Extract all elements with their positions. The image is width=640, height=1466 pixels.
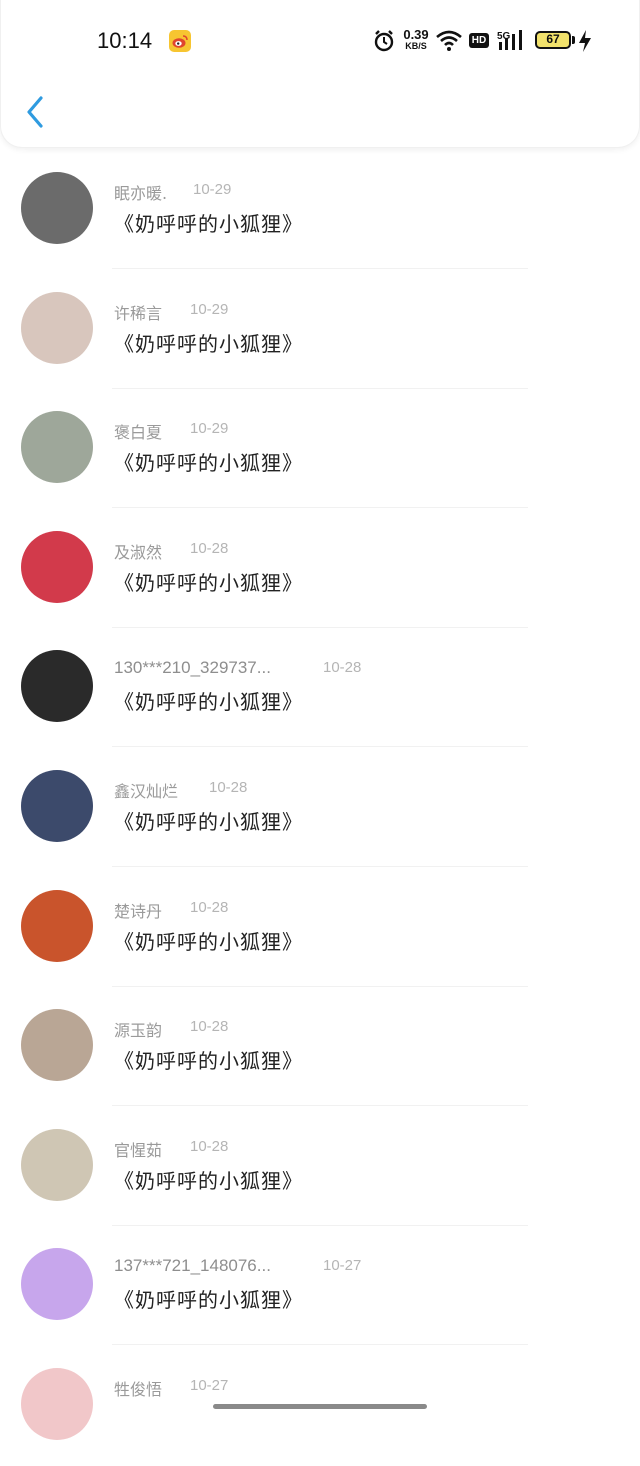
list-item[interactable]: 130***210_329737... 10-28 《奶呼呼的小狐狸》 xyxy=(0,628,640,748)
avatar[interactable] xyxy=(21,1367,93,1440)
commenter-name[interactable]: 官惺茹 xyxy=(114,1137,162,1161)
book-title[interactable]: 《奶呼呼的小狐狸》 xyxy=(114,447,303,476)
list-item[interactable]: 及淑然 10-28 《奶呼呼的小狐狸》 xyxy=(0,509,640,629)
comment-date: 10-28 xyxy=(323,659,362,677)
battery-tip xyxy=(572,36,575,44)
list-item[interactable]: 眠亦暖. 10-29 《奶呼呼的小狐狸》 xyxy=(0,150,640,270)
status-bar: 10:14 0.39 KB/S HD 5G 67 xyxy=(1,0,640,82)
comment-date: 10-28 xyxy=(190,1137,229,1155)
commenter-name[interactable]: 及淑然 xyxy=(114,539,162,563)
book-title[interactable]: 《奶呼呼的小狐狸》 xyxy=(114,1165,303,1194)
comment-date: 10-28 xyxy=(190,539,229,557)
list-item[interactable]: 137***721_148076... 10-27 《奶呼呼的小狐狸》 xyxy=(0,1226,640,1346)
comment-date: 10-28 xyxy=(190,898,229,916)
network-speed: 0.39 KB/S xyxy=(403,27,429,51)
list-item[interactable]: 楚诗丹 10-28 《奶呼呼的小狐狸》 xyxy=(0,868,640,988)
book-title[interactable]: 《奶呼呼的小狐狸》 xyxy=(114,1284,303,1313)
chevron-left-icon xyxy=(27,96,43,128)
comment-date: 10-27 xyxy=(323,1257,362,1275)
book-title[interactable]: 《奶呼呼的小狐狸》 xyxy=(114,686,303,715)
avatar[interactable] xyxy=(21,411,93,484)
comment-date: 10-27 xyxy=(190,1376,229,1394)
battery-icon: 67 xyxy=(535,31,571,49)
alarm-icon xyxy=(373,28,395,54)
hd-icon: HD xyxy=(469,33,489,48)
commenter-name[interactable]: 褒白夏 xyxy=(114,419,162,443)
back-button[interactable] xyxy=(21,92,53,132)
avatar[interactable] xyxy=(21,1248,93,1321)
list-item[interactable]: 源玉韵 10-28 《奶呼呼的小狐狸》 xyxy=(0,987,640,1107)
commenter-name[interactable]: 137***721_148076... xyxy=(114,1256,271,1276)
avatar[interactable] xyxy=(21,1128,93,1201)
avatar[interactable] xyxy=(21,650,93,723)
book-title[interactable]: 《奶呼呼的小狐狸》 xyxy=(114,567,303,596)
book-title[interactable]: 《奶呼呼的小狐狸》 xyxy=(114,208,303,237)
comment-date: 10-29 xyxy=(193,181,232,198)
avatar[interactable] xyxy=(21,769,93,842)
commenter-name[interactable]: 鑫汉灿烂 xyxy=(114,778,178,802)
charging-bolt-icon xyxy=(577,28,593,54)
status-time: 10:14 xyxy=(97,28,153,53)
book-title[interactable]: 《奶呼呼的小狐狸》 xyxy=(114,806,303,835)
home-indicator[interactable] xyxy=(213,1404,427,1409)
commenter-name[interactable]: 牲俊悟 xyxy=(114,1376,162,1400)
signal-5g-icon: 5G xyxy=(497,28,527,54)
avatar[interactable] xyxy=(21,291,93,364)
avatar[interactable] xyxy=(21,172,93,244)
commenter-name[interactable]: 130***210_329737... xyxy=(114,658,271,678)
weibo-notification-icon xyxy=(169,30,191,52)
comment-date: 10-29 xyxy=(190,420,229,438)
commenter-name[interactable]: 源玉韵 xyxy=(114,1017,162,1041)
list-item[interactable]: 许稀言 10-29 《奶呼呼的小狐狸》 xyxy=(0,270,640,390)
avatar[interactable] xyxy=(21,1009,93,1082)
book-title[interactable]: 《奶呼呼的小狐狸》 xyxy=(114,926,303,955)
commenter-name[interactable]: 眠亦暖. xyxy=(114,180,167,204)
avatar[interactable] xyxy=(21,530,93,603)
commenter-name[interactable]: 楚诗丹 xyxy=(114,898,162,922)
comment-date: 10-28 xyxy=(190,1018,229,1036)
avatar[interactable] xyxy=(21,889,93,962)
comment-date: 10-29 xyxy=(190,300,229,318)
book-title[interactable]: 《奶呼呼的小狐狸》 xyxy=(114,328,303,357)
comment-date: 10-28 xyxy=(209,778,248,796)
book-title[interactable]: 《奶呼呼的小狐狸》 xyxy=(114,1045,303,1074)
top-header: 10:14 0.39 KB/S HD 5G 67 xyxy=(0,0,640,148)
wifi-icon xyxy=(435,28,463,54)
list-item[interactable]: 官惺茹 10-28 《奶呼呼的小狐狸》 xyxy=(0,1107,640,1227)
list-item[interactable]: 褒白夏 10-29 《奶呼呼的小狐狸》 xyxy=(0,389,640,509)
list-item[interactable]: 鑫汉灿烂 10-28 《奶呼呼的小狐狸》 xyxy=(0,748,640,868)
svg-text:5G: 5G xyxy=(497,31,511,42)
comment-list: 眠亦暖. 10-29 《奶呼呼的小狐狸》 许稀言 10-29 《奶呼呼的小狐狸》 褒白夏 10… xyxy=(0,150,640,1466)
commenter-name[interactable]: 许稀言 xyxy=(114,300,162,324)
